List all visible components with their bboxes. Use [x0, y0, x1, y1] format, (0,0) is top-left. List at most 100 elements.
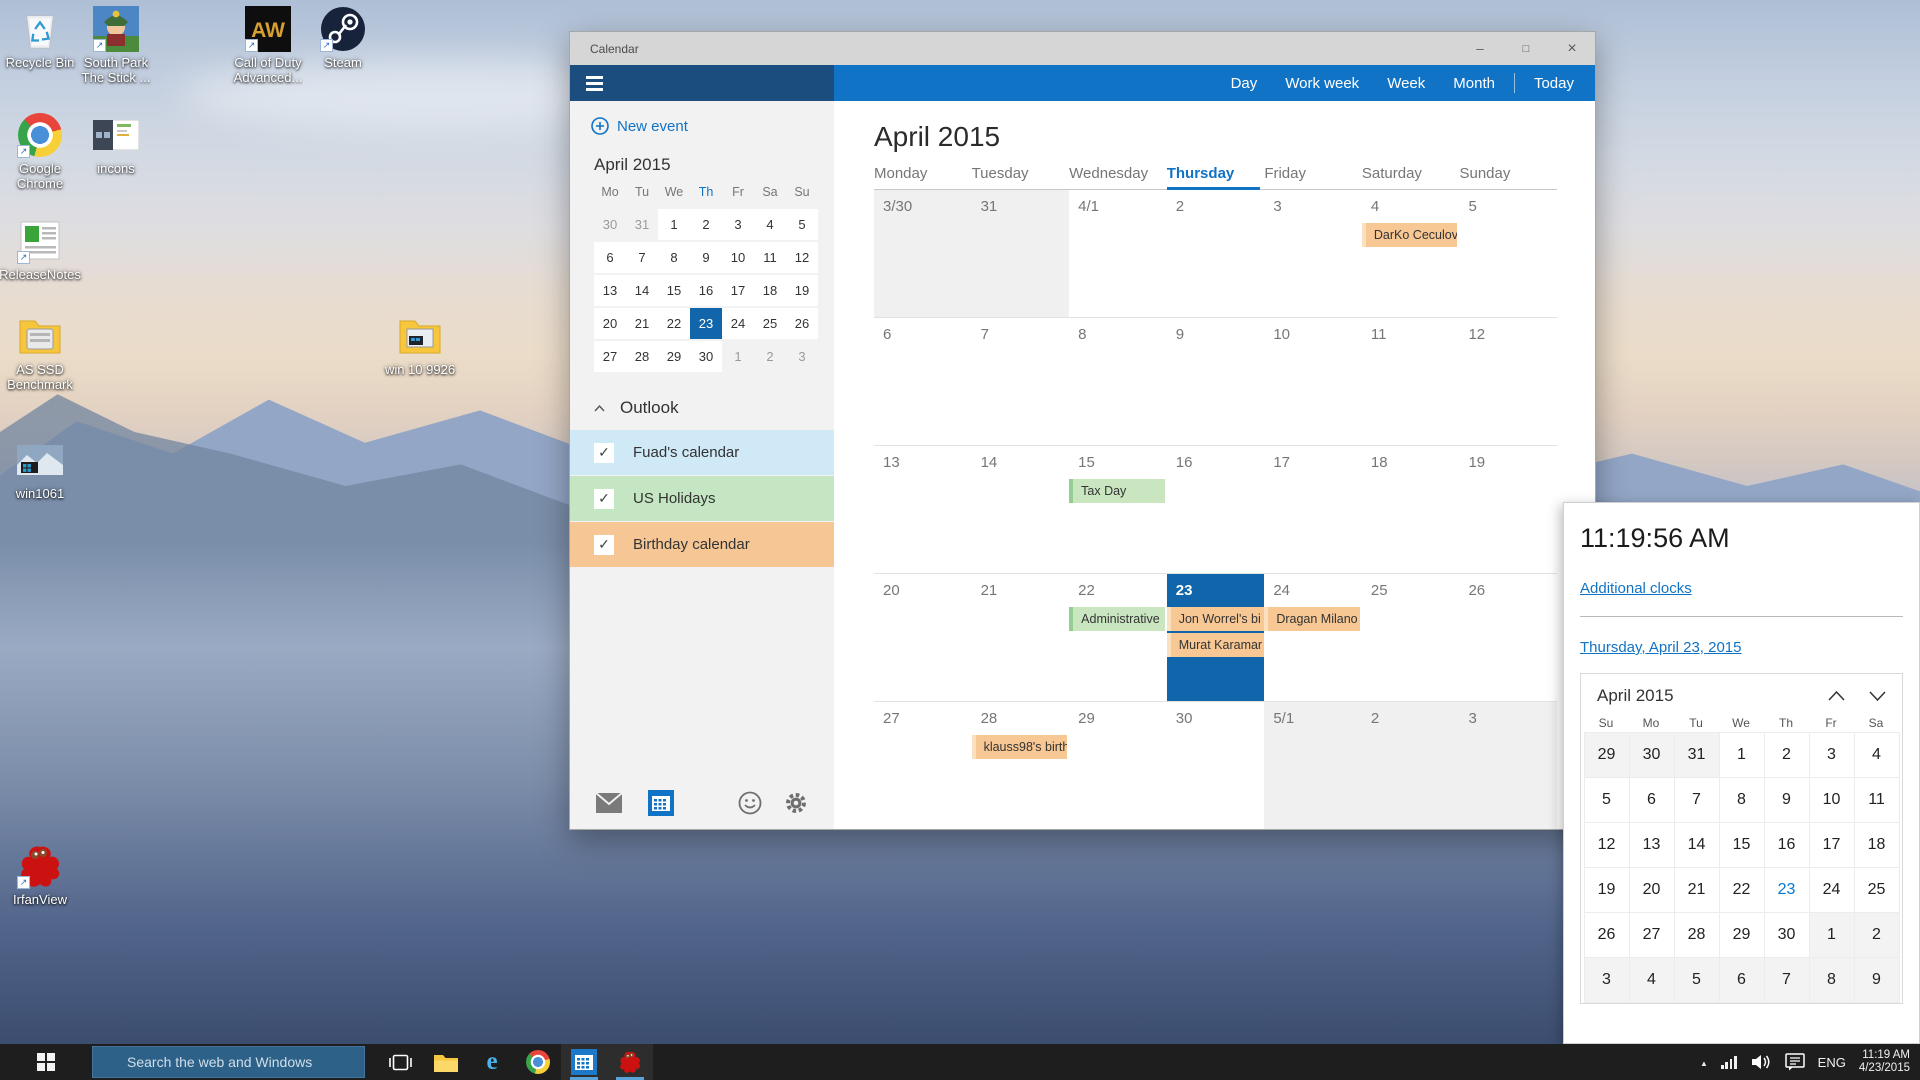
- calendar-list-item[interactable]: Birthday calendar: [570, 522, 834, 567]
- mini-cal-day[interactable]: 20: [594, 308, 626, 339]
- mini-cal-day[interactable]: 14: [626, 275, 658, 306]
- mini-cal-day[interactable]: 10: [722, 242, 754, 273]
- mini-cal-day[interactable]: 2: [690, 209, 722, 240]
- day-cell[interactable]: 2: [1362, 702, 1460, 829]
- flyout-day-cell[interactable]: 17: [1810, 823, 1855, 868]
- day-cell[interactable]: 20: [874, 574, 972, 701]
- settings-gear-icon[interactable]: [784, 791, 808, 815]
- flyout-day-cell[interactable]: 31: [1675, 733, 1720, 778]
- calendar-app-icon[interactable]: [648, 790, 674, 816]
- desktop-icon-incons[interactable]: incons: [76, 112, 156, 176]
- action-center-icon[interactable]: [1785, 1053, 1805, 1071]
- mini-cal-day[interactable]: 9: [690, 242, 722, 273]
- flyout-day-cell[interactable]: 5: [1585, 778, 1630, 823]
- day-cell[interactable]: 5/1: [1264, 702, 1362, 829]
- volume-icon[interactable]: [1750, 1054, 1772, 1070]
- edge-browser-button[interactable]: [469, 1044, 515, 1080]
- day-cell[interactable]: 13: [874, 446, 972, 573]
- mini-cal-day[interactable]: 18: [754, 275, 786, 306]
- day-cell[interactable]: 29: [1069, 702, 1167, 829]
- flyout-day-cell[interactable]: 21: [1675, 868, 1720, 913]
- mini-cal-day[interactable]: 5: [786, 209, 818, 240]
- day-cell[interactable]: 3: [1459, 702, 1557, 829]
- mini-cal-day[interactable]: 12: [786, 242, 818, 273]
- day-cell[interactable]: 4DarKo Ceculov: [1362, 190, 1460, 317]
- flyout-day-cell[interactable]: 2: [1765, 733, 1810, 778]
- minimize-button[interactable]: [1457, 32, 1503, 65]
- desktop-icon-steam[interactable]: ↗Steam: [303, 6, 383, 70]
- day-cell[interactable]: 4/1: [1069, 190, 1167, 317]
- mini-cal-day[interactable]: 31: [626, 209, 658, 240]
- flyout-day-cell[interactable]: 12: [1585, 823, 1630, 868]
- desktop-icon-releasenotes[interactable]: ↗ReleaseNotes: [0, 218, 80, 282]
- mini-cal-day[interactable]: 15: [658, 275, 690, 306]
- task-view-button[interactable]: [377, 1044, 423, 1080]
- day-cell[interactable]: 18: [1362, 446, 1460, 573]
- day-cell[interactable]: 6: [874, 318, 972, 445]
- day-cell[interactable]: 27: [874, 702, 972, 829]
- day-cell[interactable]: 24Dragan Milano: [1264, 574, 1362, 701]
- tray-expand-icon[interactable]: [1700, 1053, 1708, 1071]
- event-block[interactable]: Tax Day: [1069, 479, 1165, 503]
- mini-cal-day[interactable]: 13: [594, 275, 626, 306]
- flyout-day-cell[interactable]: 23: [1765, 868, 1810, 913]
- calendar-list-item[interactable]: Fuad's calendar: [570, 430, 834, 475]
- day-cell[interactable]: 30: [1167, 702, 1265, 829]
- today-button[interactable]: Today: [1534, 75, 1574, 92]
- day-cell[interactable]: 23Jon Worrel's biMurat Karamar: [1167, 574, 1265, 701]
- mini-cal-day[interactable]: 1: [722, 341, 754, 372]
- event-block[interactable]: Dragan Milano: [1264, 607, 1360, 631]
- network-signal-icon[interactable]: [1721, 1056, 1737, 1069]
- flyout-day-cell[interactable]: 13: [1630, 823, 1675, 868]
- mini-cal-day[interactable]: 8: [658, 242, 690, 273]
- day-cell[interactable]: 3/30: [874, 190, 972, 317]
- flyout-day-cell[interactable]: 11: [1855, 778, 1900, 823]
- mini-cal-day[interactable]: 23: [690, 308, 722, 339]
- mini-cal-day[interactable]: 27: [594, 341, 626, 372]
- tab-day[interactable]: Day: [1231, 75, 1258, 92]
- day-cell[interactable]: 28klauss98's birth: [972, 702, 1070, 829]
- chevron-up-icon[interactable]: [1828, 691, 1845, 701]
- flyout-day-cell[interactable]: 18: [1855, 823, 1900, 868]
- desktop-icon-call-of-duty[interactable]: AW↗Call of DutyAdvanced...: [228, 6, 308, 85]
- tab-work-week[interactable]: Work week: [1285, 75, 1359, 92]
- flyout-day-cell[interactable]: 7: [1675, 778, 1720, 823]
- taskbar-search-input[interactable]: Search the web and Windows: [92, 1046, 365, 1078]
- flyout-day-cell[interactable]: 30: [1630, 733, 1675, 778]
- flyout-day-cell[interactable]: 7: [1765, 958, 1810, 1003]
- mini-cal-day[interactable]: 30: [594, 209, 626, 240]
- flyout-day-cell[interactable]: 9: [1765, 778, 1810, 823]
- mail-icon[interactable]: [596, 793, 622, 813]
- mini-cal-day[interactable]: 29: [658, 341, 690, 372]
- maximize-button[interactable]: [1503, 32, 1549, 65]
- flyout-day-cell[interactable]: 4: [1855, 733, 1900, 778]
- outlook-section-header[interactable]: Outlook: [594, 398, 834, 418]
- flyout-day-cell[interactable]: 19: [1585, 868, 1630, 913]
- flyout-day-cell[interactable]: 24: [1810, 868, 1855, 913]
- window-titlebar[interactable]: Calendar: [570, 32, 1595, 65]
- day-cell[interactable]: 11: [1362, 318, 1460, 445]
- calendar-checkbox[interactable]: [594, 489, 614, 509]
- day-cell[interactable]: 19: [1459, 446, 1557, 573]
- mini-cal-day[interactable]: 24: [722, 308, 754, 339]
- event-block[interactable]: Jon Worrel's bi: [1167, 607, 1265, 631]
- event-block[interactable]: Administrative: [1069, 607, 1165, 631]
- day-cell[interactable]: 8: [1069, 318, 1167, 445]
- calendar-checkbox[interactable]: [594, 443, 614, 463]
- desktop-icon-irfanview[interactable]: ↗IrfanView: [0, 843, 80, 907]
- new-event-button[interactable]: New event: [591, 117, 834, 135]
- mini-cal-day[interactable]: 11: [754, 242, 786, 273]
- file-explorer-button[interactable]: [423, 1044, 469, 1080]
- flyout-day-cell[interactable]: 9: [1855, 958, 1900, 1003]
- flyout-day-cell[interactable]: 28: [1675, 913, 1720, 958]
- flyout-day-cell[interactable]: 15: [1720, 823, 1765, 868]
- mini-cal-day[interactable]: 7: [626, 242, 658, 273]
- flyout-day-cell[interactable]: 27: [1630, 913, 1675, 958]
- calendar-list-item[interactable]: US Holidays: [570, 476, 834, 521]
- event-block[interactable]: Murat Karamar: [1167, 633, 1265, 657]
- day-cell[interactable]: 31: [972, 190, 1070, 317]
- desktop-icon-win1061[interactable]: win1061: [0, 437, 80, 501]
- event-block[interactable]: klauss98's birth: [972, 735, 1068, 759]
- flyout-day-cell[interactable]: 29: [1720, 913, 1765, 958]
- additional-clocks-link[interactable]: Additional clocks: [1580, 580, 1692, 597]
